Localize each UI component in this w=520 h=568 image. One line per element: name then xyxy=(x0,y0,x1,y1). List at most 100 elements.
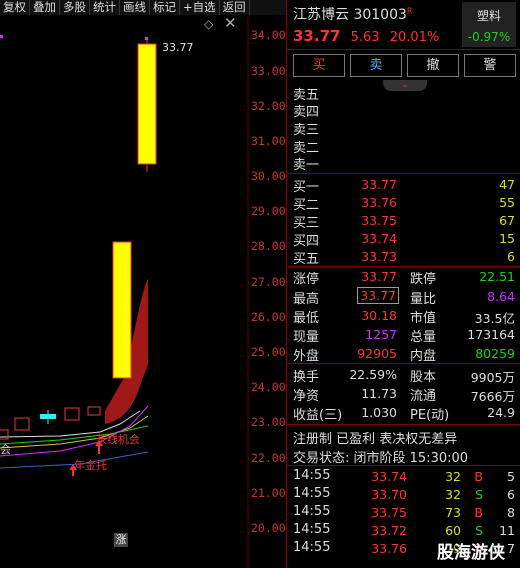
toolbar-add-watchlist[interactable]: +自选 xyxy=(180,0,220,15)
stat-label: 内盘 xyxy=(410,349,437,364)
current-price: 33.77 xyxy=(293,27,341,45)
y-tick: 34.00 xyxy=(251,28,286,42)
stat-total-volume: 173164 xyxy=(467,327,515,342)
buy-level-price: 33.75 xyxy=(361,213,397,228)
y-tick: 24.00 xyxy=(251,380,286,394)
tick-count: 7 xyxy=(507,541,515,556)
stat-float: 7666万 xyxy=(470,389,515,404)
stat-label: 流通 xyxy=(410,389,437,404)
tick-time: 14:55 xyxy=(293,486,331,501)
y-tick: 22.00 xyxy=(251,451,286,465)
y-tick: 32.00 xyxy=(251,99,286,113)
tick-direction: S xyxy=(475,487,483,502)
stock-name: 江苏博云 301003 xyxy=(293,7,407,23)
buy-level-volume: 6 xyxy=(507,249,515,264)
buy-level-label: 买二 xyxy=(293,198,320,213)
stat-current-volume: 1257 xyxy=(365,327,397,342)
toolbar-draw-line[interactable]: 画线 xyxy=(120,0,150,15)
candle xyxy=(0,429,9,440)
price-change: 5.63 xyxy=(350,30,380,45)
sector-pct: -0.97% xyxy=(467,30,511,44)
collapse-tab[interactable]: ⌄ xyxy=(383,80,427,91)
cancel-order-button[interactable]: 撤 xyxy=(407,54,459,77)
stat-label: 股本 xyxy=(410,370,437,385)
tick-time: 14:55 xyxy=(293,504,331,519)
y-tick: 29.00 xyxy=(251,204,286,218)
buy-level-label: 买五 xyxy=(293,252,320,267)
tick-count: 8 xyxy=(507,505,515,520)
tick-price: 33.72 xyxy=(371,523,407,538)
stat-market-cap: 33.5亿 xyxy=(474,311,515,326)
buy-level-price: 33.76 xyxy=(361,195,397,210)
kline-chart[interactable] xyxy=(0,16,286,568)
stat-turnover: 22.59% xyxy=(349,367,397,382)
price-line: 33.77 5.63 20.01% xyxy=(293,27,439,45)
sell-level-3: 卖三 xyxy=(293,123,320,138)
stat-pe: 24.9 xyxy=(487,405,515,420)
stat-label: 市值 xyxy=(410,311,437,326)
toolbar-restore-rights[interactable]: 复权 xyxy=(0,0,30,15)
y-tick: 31.00 xyxy=(251,134,286,148)
y-tick: 25.00 xyxy=(251,345,286,359)
tick-count: 6 xyxy=(507,487,515,502)
stat-net-assets: 11.73 xyxy=(361,386,397,401)
stock-title: 江苏博云 301003R xyxy=(293,4,412,24)
alert-button[interactable]: 警 xyxy=(464,54,516,77)
price-change-pct: 20.01% xyxy=(389,30,440,45)
tick-price: 33.74 xyxy=(371,469,407,484)
candle xyxy=(14,417,30,431)
chart-toolbar: 复权 叠加 多股 统计 画线 标记 +自选 返回 xyxy=(0,0,286,15)
toolbar-statistics[interactable]: 统计 xyxy=(90,0,120,15)
tick-price: 33.75 xyxy=(371,505,407,520)
buy-level-price: 33.77 xyxy=(361,177,397,192)
buy-level-label: 买一 xyxy=(293,180,320,195)
tick-volume: 60 xyxy=(445,523,461,538)
tick-time: 14:55 xyxy=(293,540,331,555)
toolbar-back[interactable]: 返回 xyxy=(220,0,250,15)
y-tick: 21.00 xyxy=(251,486,286,500)
stat-label: PE(动) xyxy=(410,408,450,423)
toolbar-overlay[interactable]: 叠加 xyxy=(30,0,60,15)
y-tick: 23.00 xyxy=(251,415,286,429)
tick-volume: 32 xyxy=(445,469,461,484)
tick-count: 5 xyxy=(507,469,515,484)
candle xyxy=(87,406,101,416)
stat-low: 30.18 xyxy=(361,308,397,323)
stat-label: 总量 xyxy=(410,330,437,345)
stat-equity: 9905万 xyxy=(470,370,515,385)
sector-box[interactable]: 塑料 -0.97% xyxy=(462,2,516,47)
stat-label: 最低 xyxy=(293,311,320,326)
buy-level-volume: 55 xyxy=(499,195,515,210)
tick-direction: B xyxy=(474,469,483,484)
tick-price: 33.70 xyxy=(371,487,407,502)
stat-label: 外盘 xyxy=(293,349,320,364)
stock-badge: R xyxy=(406,6,413,16)
ma-opportunity-label: 长线机会 xyxy=(96,433,140,446)
stat-label: 净资 xyxy=(293,389,320,404)
y-tick: 20.00 xyxy=(251,521,286,535)
toolbar-mark[interactable]: 标记 xyxy=(150,0,180,15)
sell-button[interactable]: 卖 xyxy=(350,54,402,77)
candle xyxy=(64,407,80,421)
tick-direction: S xyxy=(475,523,483,538)
buy-button[interactable]: 买 xyxy=(293,54,345,77)
stat-high: 33.77 xyxy=(357,287,399,304)
stat-outer-volume: 92905 xyxy=(357,346,397,361)
buy-level-label: 买四 xyxy=(293,234,320,249)
toolbar-multi-stock[interactable]: 多股 xyxy=(60,0,90,15)
stat-inner-volume: 80259 xyxy=(475,346,515,361)
sector-name: 塑料 xyxy=(476,9,501,23)
tick-time: 14:55 xyxy=(293,522,331,537)
y-tick: 28.00 xyxy=(251,239,286,253)
stat-volume-ratio: 8.64 xyxy=(487,289,515,304)
limit-up-marker: 涨 xyxy=(114,533,128,547)
stat-label: 跌停 xyxy=(410,272,437,287)
buy-level-volume: 15 xyxy=(499,231,515,246)
buy-level-volume: 67 xyxy=(499,213,515,228)
left-mark-label: 会 xyxy=(0,443,11,456)
stat-label: 最高 xyxy=(293,292,320,307)
sell-level-1: 卖一 xyxy=(293,158,320,173)
tick-price: 33.76 xyxy=(371,541,407,556)
stat-label: 涨停 xyxy=(293,272,320,287)
trading-status: 交易状态: 闭市阶段 15:30:00 xyxy=(293,451,469,466)
